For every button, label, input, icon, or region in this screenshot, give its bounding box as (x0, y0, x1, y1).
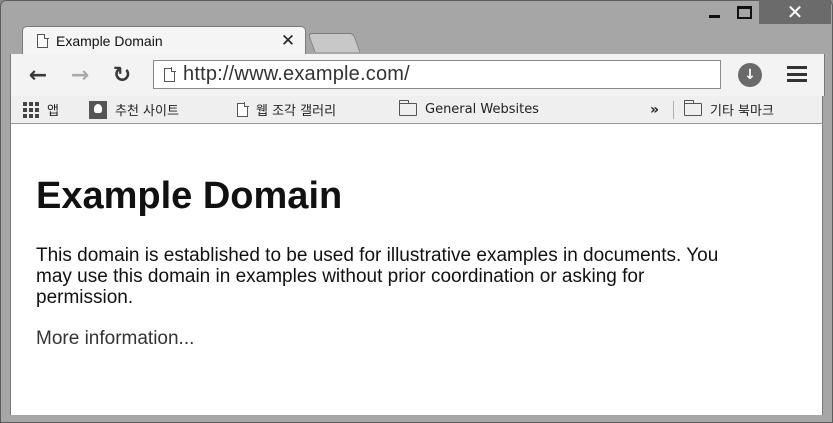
address-bar[interactable]: http://www.example.com/ (153, 60, 721, 89)
toolbar: ← → ↻ http://www.example.com/ ↓ (10, 54, 825, 96)
tab-title: Example Domain (56, 33, 163, 49)
bookmark-folder-other[interactable]: 기타 북마크 (683, 96, 774, 123)
minimize-icon (708, 14, 720, 18)
page-icon (37, 34, 48, 48)
apps-icon (23, 101, 39, 118)
bookmark-folder-general[interactable]: General Websites (398, 96, 539, 123)
tab-close-icon[interactable]: ✕ (277, 31, 299, 51)
window-close-button[interactable]: ✕ (759, 0, 831, 24)
maximize-icon (736, 5, 752, 19)
bulb-icon (89, 100, 107, 119)
folder-icon (683, 100, 702, 116)
minimize-button[interactable] (699, 0, 729, 24)
bookmarks-divider (673, 101, 674, 119)
bookmarks-overflow-button[interactable]: » (650, 96, 659, 123)
forward-icon: → (70, 62, 90, 88)
page-content: Example Domain This domain is establishe… (10, 124, 823, 415)
bookmark-apps[interactable]: 앱 (23, 96, 59, 123)
download-arrow: ↓ (744, 67, 756, 83)
folder-icon (398, 100, 417, 116)
bookmark-label: 기타 북마크 (710, 104, 774, 119)
bookmark-label: 웹 조각 갤러리 (256, 104, 337, 119)
bookmark-recommended[interactable]: 추천 사이트 (89, 96, 179, 123)
url-text: http://www.example.com/ (183, 63, 410, 85)
more-information-link[interactable]: More information... (36, 328, 194, 350)
bookmark-web-slice[interactable]: 웹 조각 갤러리 (237, 96, 336, 123)
close-icon: ✕ (786, 0, 804, 24)
new-tab-button[interactable] (307, 33, 361, 52)
menu-icon[interactable] (787, 66, 807, 82)
window-controls: ✕ (699, 0, 831, 26)
back-button[interactable]: ← (23, 60, 53, 90)
bookmarks-bar: 앱 추천 사이트 웹 조각 갤러리 General Websites » 기타 … (10, 96, 823, 124)
bookmark-label: 앱 (47, 104, 59, 119)
bookmark-label: 추천 사이트 (115, 104, 179, 119)
maximize-button[interactable] (729, 0, 759, 24)
reload-button[interactable]: ↻ (107, 60, 137, 90)
download-icon[interactable]: ↓ (738, 63, 762, 87)
chevron-right-icon: » (650, 101, 660, 118)
forward-button[interactable]: → (65, 60, 95, 90)
tab-example-domain[interactable]: Example Domain ✕ (22, 26, 306, 55)
back-icon: ← (28, 62, 48, 88)
page-icon (164, 67, 176, 82)
reload-icon: ↻ (112, 62, 132, 88)
page-paragraph: This domain is established to be used fo… (36, 245, 719, 308)
bookmark-label: General Websites (425, 102, 539, 117)
page-icon (237, 102, 249, 117)
browser-window: ✕ Example Domain ✕ ← → ↻ http://www.exam… (0, 0, 833, 423)
page-heading: Example Domain (36, 175, 343, 217)
